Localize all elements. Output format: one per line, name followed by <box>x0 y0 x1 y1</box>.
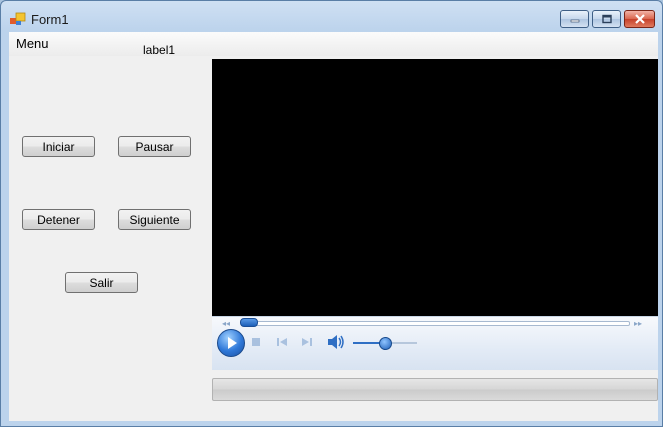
detener-button[interactable]: Detener <box>22 209 95 230</box>
seek-bar[interactable] <box>241 321 630 326</box>
close-button[interactable] <box>624 10 655 28</box>
stop-icon[interactable] <box>250 336 262 348</box>
seek-thumb[interactable] <box>240 318 258 327</box>
menu-strip: Menu <box>9 32 658 56</box>
play-icon <box>228 337 237 349</box>
media-player-controls: ◂◂ ▸▸ <box>212 316 658 370</box>
window-title: Form1 <box>31 12 69 27</box>
salir-button[interactable]: Salir <box>65 272 138 293</box>
winforms-app-icon <box>10 12 26 25</box>
maximize-button[interactable] <box>592 10 621 28</box>
close-icon <box>625 11 654 27</box>
play-button[interactable] <box>217 329 245 357</box>
minimize-button[interactable] <box>560 10 589 28</box>
progress-bar <box>212 378 658 401</box>
label1: label1 <box>143 43 176 57</box>
iniciar-button[interactable]: Iniciar <box>22 136 95 157</box>
volume-thumb[interactable] <box>379 337 392 350</box>
speaker-icon[interactable] <box>327 334 345 350</box>
previous-icon[interactable] <box>275 336 289 348</box>
minimize-icon <box>561 11 588 27</box>
next-icon[interactable] <box>300 336 314 348</box>
title-bar[interactable]: Form1 <box>1 1 662 33</box>
pausar-button[interactable]: Pausar <box>118 136 191 157</box>
siguiente-button[interactable]: Siguiente <box>118 209 191 230</box>
seek-end-icon: ▸▸ <box>634 319 643 328</box>
main-window: Form1 Menu label1 Iniciar Pausar Detener… <box>0 0 663 427</box>
seek-start-icon: ◂◂ <box>222 319 231 328</box>
form-client-area: Menu label1 Iniciar Pausar Detener Sigui… <box>9 32 658 421</box>
maximize-icon <box>593 11 620 27</box>
menu-item-menu[interactable]: Menu <box>16 36 49 51</box>
